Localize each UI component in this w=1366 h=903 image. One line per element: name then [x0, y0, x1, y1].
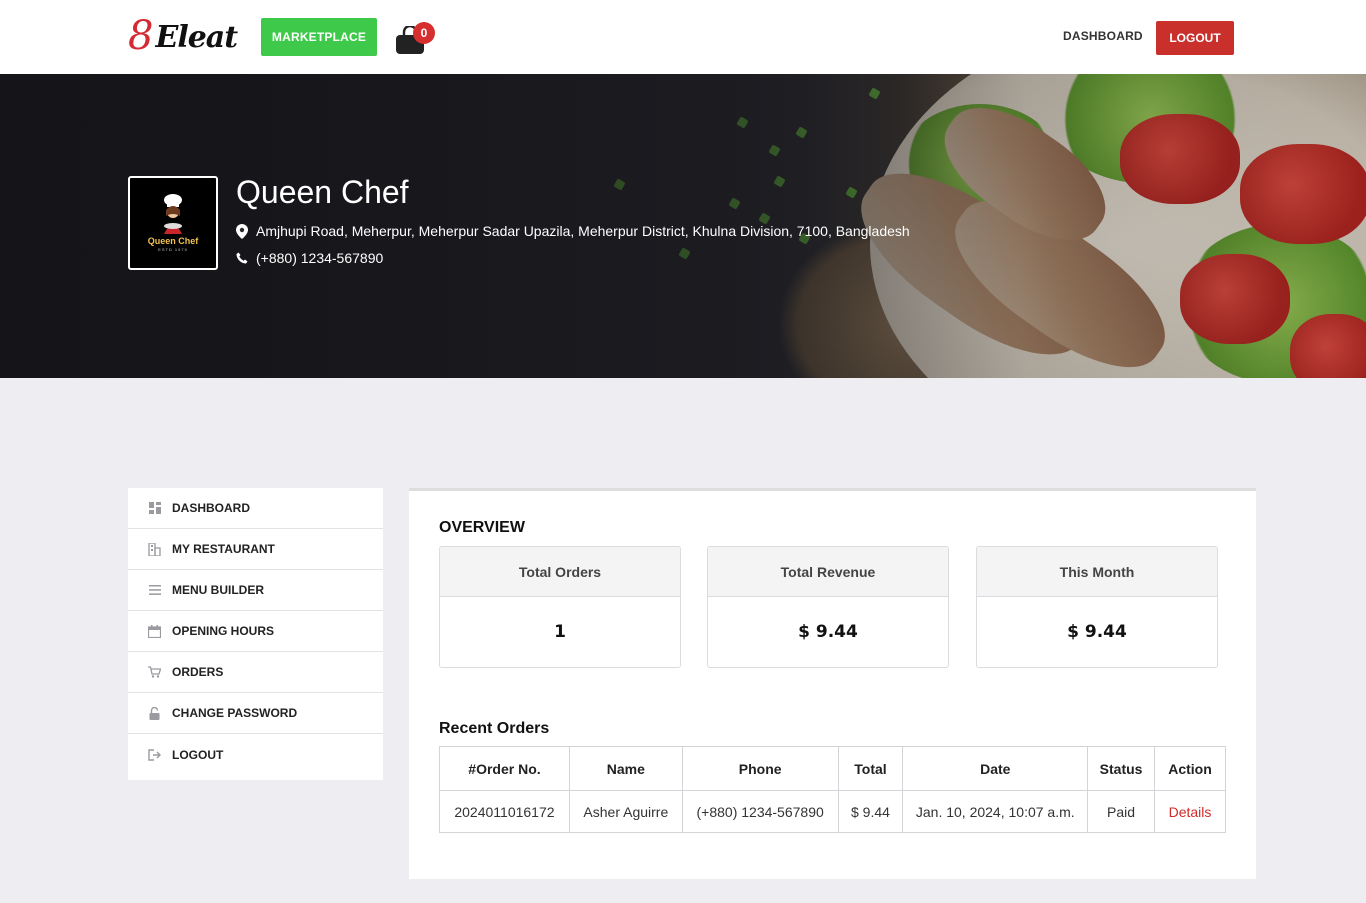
stat-value: $ 9.44: [1067, 622, 1127, 642]
customer-name-cell: Asher Aguirre: [568, 790, 683, 833]
stat-card-total-revenue: Total Revenue $ 9.44: [707, 546, 949, 668]
sidebar-item-label: OPENING HOURS: [172, 624, 275, 638]
marketplace-button[interactable]: MARKETPLACE: [261, 18, 377, 56]
recent-orders-table: #Order No. Name Phone Total Date Status …: [439, 746, 1226, 833]
sidebar-item-menu-builder[interactable]: MENU BUILDER: [128, 570, 383, 611]
restaurant-phone-text: (+880) 1234-567890: [256, 250, 384, 266]
cart-icon: [148, 666, 161, 679]
sidebar-item-opening-hours[interactable]: OPENING HOURS: [128, 611, 383, 652]
phone-cell: (+880) 1234-567890: [681, 790, 839, 833]
column-header: Status: [1087, 746, 1156, 791]
restaurant-hero-banner: Queen Chef ESTD 1970 Queen Chef Amjhupi …: [0, 74, 1366, 378]
stat-card-total-orders: Total Orders 1: [439, 546, 681, 668]
sidebar-item-label: ORDERS: [172, 665, 224, 679]
logo-number: 8: [128, 13, 154, 59]
sidebar-item-dashboard[interactable]: DASHBOARD: [128, 488, 383, 529]
table-header-row: #Order No. Name Phone Total Date Status …: [439, 746, 1226, 791]
sign-out-icon: [148, 748, 161, 761]
stat-label: Total Orders: [440, 547, 680, 597]
status-cell: Paid: [1087, 790, 1156, 833]
column-header: Phone: [681, 746, 839, 791]
phone-icon: [236, 252, 248, 264]
column-header: Date: [902, 746, 1089, 791]
stat-value: $ 9.44: [798, 622, 858, 642]
chef-logo-icon: [164, 194, 182, 234]
restaurant-icon: [148, 542, 161, 556]
stat-label: This Month: [977, 547, 1217, 597]
cart-button[interactable]: 0: [395, 22, 439, 56]
column-header: Total: [837, 746, 904, 791]
restaurant-address: Amjhupi Road, Meherpur, Meherpur Sadar U…: [236, 223, 910, 239]
date-cell: Jan. 10, 2024, 10:07 a.m.: [902, 790, 1089, 833]
table-row: 2024011016172 Asher Aguirre (+880) 1234-…: [439, 790, 1226, 833]
cart-count-badge: 0: [413, 22, 435, 44]
sidebar-item-logout[interactable]: LOGOUT: [128, 734, 383, 775]
dashboard-sidebar: DASHBOARD MY RESTAURANT MENU BUILDER OPE…: [128, 488, 383, 780]
sidebar-item-my-restaurant[interactable]: MY RESTAURANT: [128, 529, 383, 570]
total-cell: $ 9.44: [837, 790, 904, 833]
stat-card-this-month: This Month $ 9.44: [976, 546, 1218, 668]
column-header: Action: [1154, 746, 1226, 791]
dashboard-icon: [148, 502, 161, 515]
column-header: #Order No.: [439, 746, 570, 791]
site-logo[interactable]: 8 Eleat: [128, 13, 238, 59]
calendar-icon: [148, 624, 161, 638]
lock-icon: [148, 706, 161, 720]
stat-value: 1: [554, 622, 566, 642]
sidebar-item-label: MY RESTAURANT: [172, 542, 275, 556]
restaurant-phone: (+880) 1234-567890: [236, 250, 383, 266]
restaurant-logo-text: Queen Chef: [147, 236, 199, 246]
sidebar-item-label: DASHBOARD: [172, 501, 250, 515]
map-marker-icon: [236, 223, 248, 239]
sidebar-item-label: MENU BUILDER: [172, 583, 264, 597]
sidebar-item-label: LOGOUT: [172, 747, 224, 762]
details-link[interactable]: Details: [1154, 790, 1226, 833]
nav-dashboard-link[interactable]: DASHBOARD: [1063, 29, 1143, 43]
recent-orders-title: Recent Orders: [439, 720, 550, 737]
top-navbar: 8 Eleat MARKETPLACE 0 DASHBOARD LOGOUT: [0, 0, 1366, 74]
restaurant-name: Queen Chef: [236, 174, 409, 210]
sidebar-item-orders[interactable]: ORDERS: [128, 652, 383, 693]
stat-label: Total Revenue: [708, 547, 948, 597]
menu-icon: [148, 584, 161, 597]
order-number-cell: 2024011016172: [439, 790, 570, 833]
overview-title: OVERVIEW: [439, 519, 525, 536]
logout-button[interactable]: LOGOUT: [1156, 21, 1234, 55]
dashboard-main-panel: OVERVIEW Total Orders 1 Total Revenue $ …: [409, 488, 1256, 879]
sidebar-item-change-password[interactable]: CHANGE PASSWORD: [128, 693, 383, 734]
logo-name: Eleat: [155, 20, 238, 55]
restaurant-logo-subtext: ESTD 1970: [158, 247, 188, 252]
restaurant-address-text: Amjhupi Road, Meherpur, Meherpur Sadar U…: [256, 223, 910, 239]
column-header: Name: [568, 746, 683, 791]
sidebar-item-label: CHANGE PASSWORD: [172, 706, 298, 720]
restaurant-logo: Queen Chef ESTD 1970: [128, 176, 218, 270]
